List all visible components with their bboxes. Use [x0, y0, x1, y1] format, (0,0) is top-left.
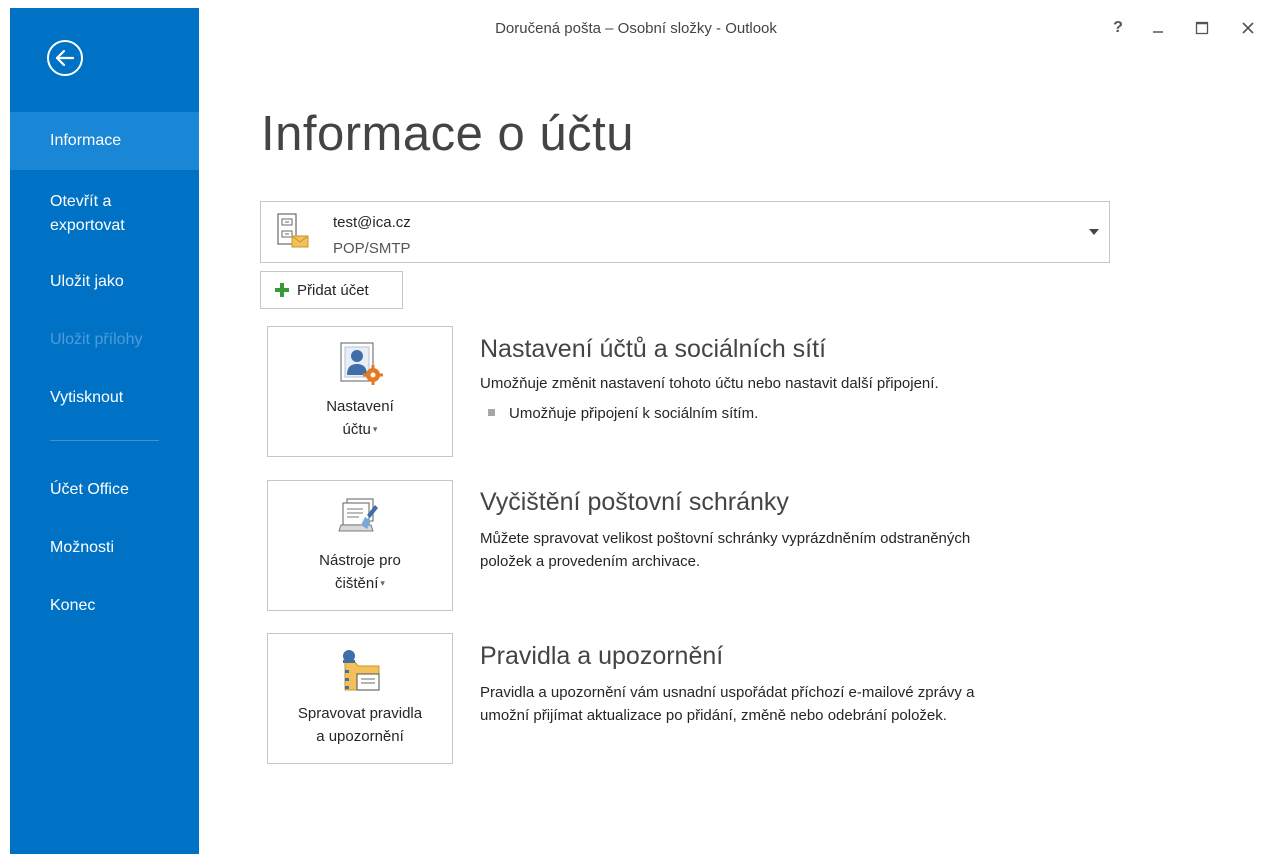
account-settings-button[interactable]: Nastavení účtu ▾	[267, 326, 453, 457]
close-icon	[1242, 22, 1254, 34]
section-bullet: Umožňuje připojení k sociálním sítím.	[488, 402, 1108, 425]
chevron-down-icon: ▾	[380, 578, 385, 588]
tile-label-line2: účtu	[342, 421, 371, 438]
tile-label: Nástroje pro čištění ▾	[268, 549, 452, 595]
description-line1: Pravidla a upozornění vám usnadní uspořá…	[480, 684, 975, 701]
tile-label-line1: Nástroje pro	[319, 552, 401, 569]
tile-label-line1: Spravovat pravidla	[297, 705, 423, 722]
sidebar-item-label-line2: exportovat	[50, 217, 125, 234]
tile-label-line2: čištění	[335, 575, 379, 592]
tile-label: Spravovat pravidla a upozornění	[268, 702, 452, 748]
sidebar-item-ulozit-jako[interactable]: Uložit jako	[10, 270, 199, 294]
minimize-button[interactable]	[1146, 16, 1170, 40]
close-button[interactable]	[1236, 16, 1260, 40]
chevron-down-icon: ▾	[372, 424, 378, 434]
description-line2: položek a provedením archivace.	[480, 553, 701, 570]
sidebar-item-moznosti[interactable]: Možnosti	[10, 536, 199, 560]
add-account-button[interactable]: Přidat účet	[260, 271, 403, 309]
window-top-edge	[0, 0, 1272, 8]
maximize-icon	[1195, 21, 1209, 35]
sidebar-divider	[50, 440, 159, 441]
bullet-icon	[488, 409, 495, 416]
sidebar-item-vytisknout[interactable]: Vytisknout	[10, 386, 199, 410]
tile-icon-wrap	[332, 495, 388, 545]
cleanup-tools-button[interactable]: Nástroje pro čištění ▾	[267, 480, 453, 611]
sidebar-item-otevrit-a-exportovat[interactable]: Otevřít a exportovat	[10, 190, 199, 238]
rules-alerts-icon	[343, 650, 380, 691]
bullet-text: Umožňuje připojení k sociálním sítím.	[509, 405, 759, 422]
tile-label-line1: Nastavení	[326, 398, 394, 415]
backstage-sidebar: Informace Otevřít a exportovat Uložit ja…	[10, 8, 199, 854]
chevron-down-icon	[1089, 229, 1099, 235]
maximize-button[interactable]	[1190, 16, 1214, 40]
sidebar-item-informace[interactable]: Informace	[10, 112, 199, 170]
help-button[interactable]: ?	[1106, 16, 1130, 40]
account-selector[interactable]: test@ica.cz POP/SMTP	[260, 201, 1110, 263]
section-description-cleanup: Můžete spravovat velikost poštovní schrá…	[480, 527, 1100, 573]
section-title-cleanup: Vyčištění poštovní schránky	[480, 488, 789, 516]
back-arrow-icon	[55, 49, 75, 67]
tile-label: Nastavení účtu ▾	[268, 395, 452, 441]
account-type: POP/SMTP	[333, 240, 411, 257]
minimize-icon	[1153, 31, 1163, 33]
tile-icon-wrap	[332, 648, 388, 698]
back-button[interactable]	[47, 40, 83, 76]
section-title-rules: Pravidla a upozornění	[480, 642, 724, 670]
page-title: Informace o účtu	[261, 107, 634, 161]
sidebar-item-konec[interactable]: Konec	[10, 594, 199, 618]
cleanup-tools-icon	[338, 498, 378, 532]
section-description-rules: Pravidla a upozornění vám usnadní uspořá…	[480, 681, 1100, 727]
account-settings-icon	[340, 342, 383, 385]
sidebar-item-ucet-office[interactable]: Účet Office	[10, 478, 199, 502]
add-account-label: Přidat účet	[297, 281, 369, 299]
tile-label-line2: a upozornění	[316, 728, 404, 745]
sidebar-item-label-line1: Otevřít a	[50, 193, 112, 210]
mail-account-icon	[277, 213, 309, 248]
account-email: test@ica.cz	[333, 214, 411, 231]
description-line1: Můžete spravovat velikost poštovní schrá…	[480, 530, 971, 547]
sidebar-item-ulozit-prilohy: Uložit přílohy	[50, 331, 143, 348]
tile-icon-wrap	[332, 341, 388, 391]
plus-icon	[275, 283, 289, 297]
section-description-account-settings: Umožňuje změnit nastavení tohoto účtu ne…	[480, 375, 939, 392]
description-line2: umožní přijímat aktualizace po přidání, …	[480, 707, 947, 724]
section-title-account-settings: Nastavení účtů a sociálních sítí	[480, 335, 827, 363]
manage-rules-button[interactable]: Spravovat pravidla a upozornění	[267, 633, 453, 764]
